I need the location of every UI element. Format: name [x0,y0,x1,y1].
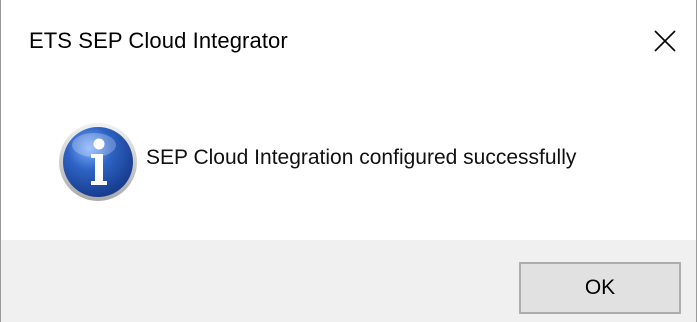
dialog-content: SEP Cloud Integration configured success… [1,82,696,240]
button-bar: OK [1,240,696,322]
message-text: SEP Cloud Integration configured success… [146,146,577,169]
title-bar[interactable]: ETS SEP Cloud Integrator [1,0,696,82]
message-dialog: ETS SEP Cloud Integrator SEP Cloud Integ… [0,0,697,322]
close-icon [654,30,676,52]
close-button[interactable] [636,10,696,72]
ok-button[interactable]: OK [519,262,681,314]
info-icon [59,123,137,201]
window-title: ETS SEP Cloud Integrator [29,28,288,53]
